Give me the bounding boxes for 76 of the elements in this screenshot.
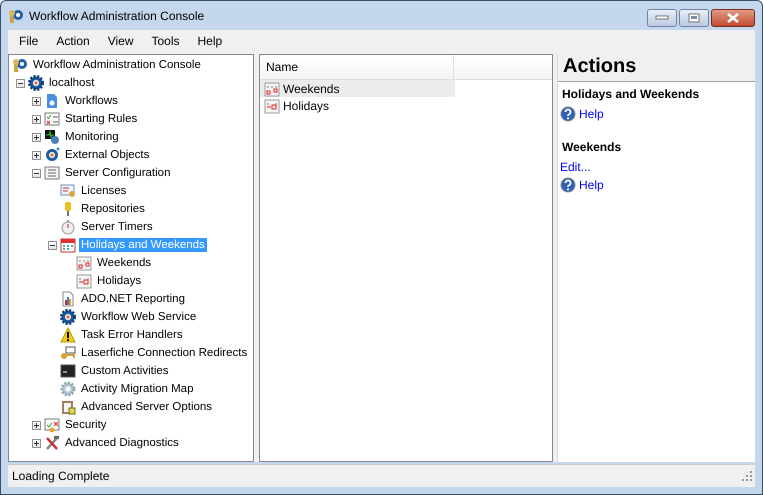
warning-icon (60, 327, 76, 343)
help-icon (560, 106, 576, 122)
stopwatch-icon (60, 219, 76, 235)
tree-item[interactable]: Server Configuration (63, 166, 172, 180)
calendar-icon (264, 98, 280, 114)
tools-icon (44, 435, 60, 451)
tree-item[interactable]: External Objects (63, 148, 152, 162)
gear-icon (60, 381, 76, 397)
status-text: Loading Complete (12, 469, 110, 483)
section-heading: Holidays and Weekends (561, 86, 700, 103)
gear-icon (60, 309, 76, 325)
collapse-icon[interactable] (32, 168, 40, 178)
collapse-icon[interactable] (48, 240, 56, 250)
gear-icon (28, 75, 44, 91)
list-row[interactable]: Holidays (260, 97, 455, 114)
calendar-icon (60, 237, 76, 253)
target-icon (44, 147, 60, 163)
tree-item[interactable]: localhost (47, 76, 96, 90)
close-button[interactable] (711, 9, 755, 27)
minimize-icon (655, 15, 669, 21)
tree-item[interactable]: Advanced Diagnostics (63, 436, 181, 450)
security-icon (44, 417, 60, 433)
tree-item[interactable]: Starting Rules (63, 112, 140, 126)
tree-item[interactable]: Custom Activities (79, 364, 171, 378)
tree-item[interactable]: Holidays (95, 274, 144, 288)
actions-title: Actions (558, 54, 755, 82)
bar-chart-icon (60, 291, 76, 307)
minimize-button[interactable] (647, 9, 677, 27)
menu-item[interactable]: View (98, 34, 142, 48)
expand-icon[interactable] (32, 114, 40, 124)
tree-item[interactable]: Workflow Web Service (79, 310, 198, 324)
menu-item[interactable]: Tools (142, 34, 189, 48)
calendar-icon (264, 80, 280, 96)
menu-item[interactable]: Action (47, 34, 99, 48)
document-icon (44, 93, 60, 109)
close-icon (726, 13, 740, 23)
action-link[interactable]: Help (579, 107, 604, 121)
tree-item[interactable]: ADO.NET Reporting (79, 292, 187, 306)
expand-icon[interactable] (32, 132, 40, 142)
tree-item[interactable]: Monitoring (63, 130, 121, 144)
tree-item[interactable]: Advanced Server Options (79, 400, 214, 414)
tree-item[interactable]: Task Error Handlers (79, 328, 185, 342)
tree-item[interactable]: Licenses (79, 184, 128, 198)
key-icon (60, 345, 76, 361)
clipboard-icon (60, 399, 76, 415)
tree-item[interactable]: Laserfiche Connection Redirects (79, 346, 250, 360)
help-icon (560, 177, 576, 193)
certificate-icon (60, 183, 76, 199)
maximize-button[interactable] (679, 9, 709, 27)
expand-icon[interactable] (32, 420, 40, 430)
window-title: Workflow Administration Console (29, 8, 204, 22)
calendar-icon (76, 255, 92, 271)
expand-icon[interactable] (32, 150, 40, 160)
collapse-icon[interactable] (16, 78, 24, 88)
menu-item[interactable]: File (10, 34, 48, 48)
resize-grip-icon (742, 471, 752, 481)
tree-item[interactable]: Repositories (79, 202, 147, 216)
section-heading: Weekends (561, 139, 622, 156)
menu-item[interactable]: Help (188, 34, 232, 48)
expand-icon[interactable] (32, 438, 40, 448)
checklist-icon (44, 111, 60, 127)
action-link[interactable]: Edit... (560, 160, 591, 174)
list-icon (44, 165, 60, 181)
tree-item[interactable]: Server Timers (79, 220, 155, 234)
expand-icon[interactable] (32, 96, 40, 106)
calendar-icon (76, 273, 92, 289)
terminal-icon (60, 363, 76, 379)
maximize-icon (687, 13, 701, 23)
tree-item[interactable]: Workflow Administration Console (31, 58, 203, 72)
list-row[interactable]: Weekends (260, 80, 455, 97)
tree-item[interactable]: Workflows (63, 94, 120, 108)
tree-item[interactable]: Activity Migration Map (79, 382, 196, 396)
tree-item[interactable]: Security (63, 418, 109, 432)
monitor-icon (44, 129, 60, 145)
action-link[interactable]: Help (579, 178, 604, 192)
tree-item[interactable]: Weekends (95, 256, 154, 270)
